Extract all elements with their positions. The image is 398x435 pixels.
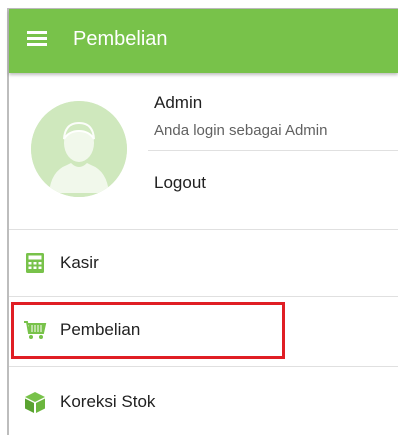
user-name: Admin — [154, 93, 203, 112]
avatar — [31, 101, 127, 197]
divider — [9, 366, 398, 367]
menu-item-label: Kasir — [60, 253, 99, 272]
menu-item-kasir[interactable]: Kasir — [9, 230, 398, 296]
profile-header: Admin Anda login sebagai Admin Logout — [9, 73, 398, 213]
menu-item-koreksi-stok[interactable]: Koreksi Stok — [9, 369, 398, 435]
login-status-text: Anda login sebagai Admin — [154, 122, 328, 139]
user-silhouette-icon — [31, 101, 127, 197]
menu-item-label: Koreksi Stok — [60, 392, 156, 411]
box-icon — [25, 392, 45, 413]
logout-button[interactable]: Logout — [154, 173, 206, 193]
calculator-icon — [26, 253, 44, 273]
highlight-box — [11, 302, 285, 359]
hamburger-menu-icon[interactable] — [27, 31, 47, 47]
app-bar: Pembelian — [9, 9, 398, 73]
profile-divider — [148, 150, 398, 151]
navigation-drawer-frame: Pembelian Admin Anda login sebagai Admin… — [0, 0, 398, 435]
app-bar-title: Pembelian — [73, 28, 168, 50]
